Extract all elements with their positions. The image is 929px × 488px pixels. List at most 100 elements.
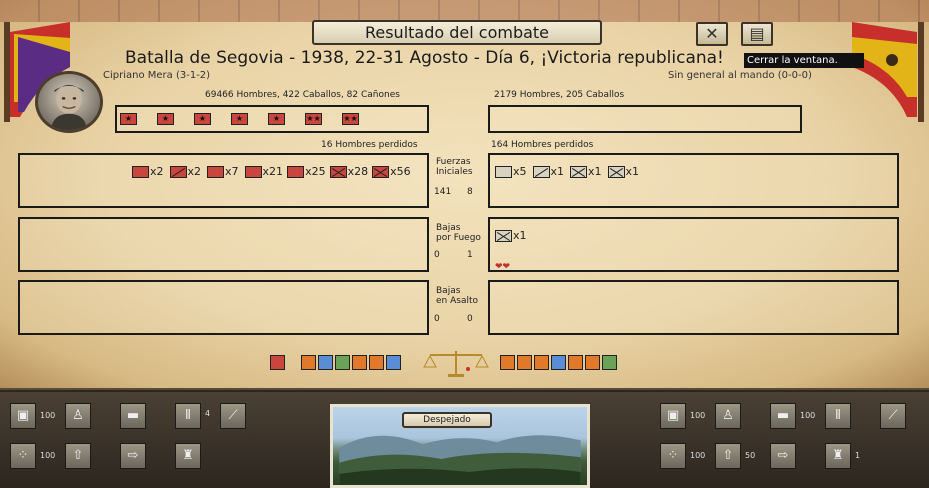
modifier-icon[interactable] bbox=[517, 355, 532, 370]
right-terrain-value: 100 bbox=[800, 411, 816, 420]
modifier-icon[interactable] bbox=[500, 355, 515, 370]
balance-scale-icon bbox=[423, 351, 489, 377]
portrait-image bbox=[50, 84, 88, 130]
artillery-icon: ♜ bbox=[182, 448, 194, 463]
left-initial-units: x2 x2 x7 x21 x25 x28 x56 bbox=[132, 165, 411, 178]
unit-icon[interactable] bbox=[169, 165, 187, 178]
river-button[interactable]: ⟋ bbox=[220, 403, 246, 429]
star-icon: ★ bbox=[120, 113, 137, 125]
terrain-button[interactable]: ▬ bbox=[120, 403, 146, 429]
battle-title: Batalla de Segovia - 1938, 22-31 Agosto … bbox=[125, 48, 724, 68]
modifier-icon[interactable] bbox=[301, 355, 316, 370]
unit-icon[interactable] bbox=[495, 229, 512, 242]
left-initial-box: x2 x2 x7 x21 x25 x28 x56 bbox=[18, 153, 429, 208]
arrow-right-icon: ⇨ bbox=[127, 448, 139, 463]
right-river-button[interactable]: ⟋ bbox=[880, 403, 906, 429]
tooltip: Cerrar la ventana. bbox=[744, 53, 864, 68]
weather-label: Despejado bbox=[402, 412, 492, 428]
unit-count: x25 bbox=[305, 165, 326, 178]
right-ammo-button[interactable]: ⁘ bbox=[660, 443, 686, 469]
modifier-icon[interactable] bbox=[585, 355, 600, 370]
crate-icon: ▣ bbox=[16, 408, 30, 423]
right-terrain-button[interactable]: ▬ bbox=[770, 403, 796, 429]
left-supply-value: 100 bbox=[40, 411, 56, 420]
row-label-assault: Bajas en Asalto bbox=[436, 286, 478, 306]
general-portrait[interactable] bbox=[35, 71, 103, 133]
combat-result-window: Resultado del combate ✕ ▤ Cerrar la vent… bbox=[0, 0, 929, 488]
tank-icon: ▬ bbox=[126, 408, 140, 423]
unit-icon[interactable] bbox=[207, 165, 225, 178]
unit-count: x1 bbox=[550, 165, 565, 178]
unit-icon[interactable] bbox=[329, 165, 347, 178]
tank-icon: ▬ bbox=[776, 408, 790, 423]
soldier-icon: ♙ bbox=[72, 408, 84, 423]
unit-icon[interactable] bbox=[287, 165, 305, 178]
modifier-icon[interactable] bbox=[352, 355, 367, 370]
right-modifiers bbox=[500, 355, 617, 371]
unit-count: x5 bbox=[513, 165, 527, 178]
star-icon: ★ bbox=[268, 113, 285, 125]
ammo-button[interactable]: ⁘ bbox=[10, 443, 36, 469]
row-label-fire: Bajas por Fuego bbox=[436, 223, 481, 243]
window-title: Resultado del combate bbox=[312, 20, 602, 45]
unit-icon[interactable] bbox=[532, 165, 550, 178]
star-icon: ★★ bbox=[342, 113, 359, 125]
unit-icon[interactable] bbox=[372, 165, 390, 178]
modifier-icon[interactable] bbox=[318, 355, 333, 370]
modifier-icon[interactable] bbox=[386, 355, 401, 370]
right-general-button[interactable]: ♙ bbox=[715, 403, 741, 429]
right-entrench-button[interactable]: ⦀ bbox=[825, 403, 851, 429]
arrow-right-icon: ⇨ bbox=[777, 448, 789, 463]
left-strength: 69466 Hombres, 422 Caballos, 82 Cañones bbox=[205, 90, 400, 100]
unit-count: x2 bbox=[187, 165, 202, 178]
modifier-icon[interactable] bbox=[369, 355, 384, 370]
unit-icon[interactable] bbox=[244, 165, 262, 178]
modifier-icon[interactable] bbox=[551, 355, 566, 370]
entrench-button[interactable]: ⦀ bbox=[175, 403, 201, 429]
right-fire-stat: 1 bbox=[467, 250, 473, 260]
road-button[interactable]: ⇧ bbox=[65, 443, 91, 469]
general-button[interactable]: ♙ bbox=[65, 403, 91, 429]
right-road-value: 50 bbox=[745, 451, 756, 460]
left-assault-stat: 0 bbox=[434, 314, 440, 324]
right-general-box bbox=[488, 105, 802, 133]
nationalist-flag-icon bbox=[852, 22, 924, 122]
right-road-button[interactable]: ⇧ bbox=[715, 443, 741, 469]
right-initial-box: x5 x1 x1 x1 bbox=[488, 153, 899, 208]
unit-count: x2 bbox=[150, 165, 164, 178]
left-general[interactable]: Cipriano Mera (3-1-2) bbox=[103, 70, 210, 81]
right-initial-stat: 8 bbox=[467, 187, 473, 197]
modifier-icon[interactable] bbox=[568, 355, 583, 370]
right-strength: 2179 Hombres, 205 Caballos bbox=[494, 90, 625, 100]
right-general: Sin general al mando (0-0-0) bbox=[668, 70, 812, 81]
fortification-icon: ⦀ bbox=[185, 408, 191, 423]
right-artillery-button[interactable]: ♜ bbox=[825, 443, 851, 469]
unit-icon[interactable] bbox=[495, 165, 512, 178]
document-icon: ▤ bbox=[749, 24, 765, 43]
unit-count: x56 bbox=[390, 165, 411, 178]
unit-icon[interactable] bbox=[570, 165, 588, 178]
supply-button[interactable]: ▣ bbox=[10, 403, 36, 429]
right-supply-button[interactable]: ▣ bbox=[660, 403, 686, 429]
unit-count: x1 bbox=[513, 229, 527, 242]
unit-count: x7 bbox=[225, 165, 239, 178]
unit-count: x21 bbox=[262, 165, 284, 178]
artillery-button[interactable]: ♜ bbox=[175, 443, 201, 469]
unit-count: x1 bbox=[625, 165, 640, 178]
right-initial-units: x5 x1 x1 x1 bbox=[495, 165, 639, 178]
modifier-icon[interactable] bbox=[534, 355, 549, 370]
close-button[interactable]: ✕ bbox=[696, 22, 728, 46]
modifier-icon[interactable] bbox=[602, 355, 617, 370]
right-move-button[interactable]: ⇨ bbox=[770, 443, 796, 469]
unit-icon[interactable] bbox=[132, 165, 149, 178]
modifier-icon[interactable] bbox=[270, 355, 285, 370]
artillery-icon: ♜ bbox=[832, 448, 844, 463]
unit-count: x28 bbox=[347, 165, 369, 178]
road-icon: ⇧ bbox=[722, 448, 734, 463]
log-button[interactable]: ▤ bbox=[741, 22, 773, 46]
left-lost: 16 Hombres perdidos bbox=[321, 140, 418, 150]
move-button[interactable]: ⇨ bbox=[120, 443, 146, 469]
unit-icon[interactable] bbox=[607, 165, 625, 178]
morale-hearts-icon: ❤❤ bbox=[495, 262, 511, 272]
modifier-icon[interactable] bbox=[335, 355, 350, 370]
